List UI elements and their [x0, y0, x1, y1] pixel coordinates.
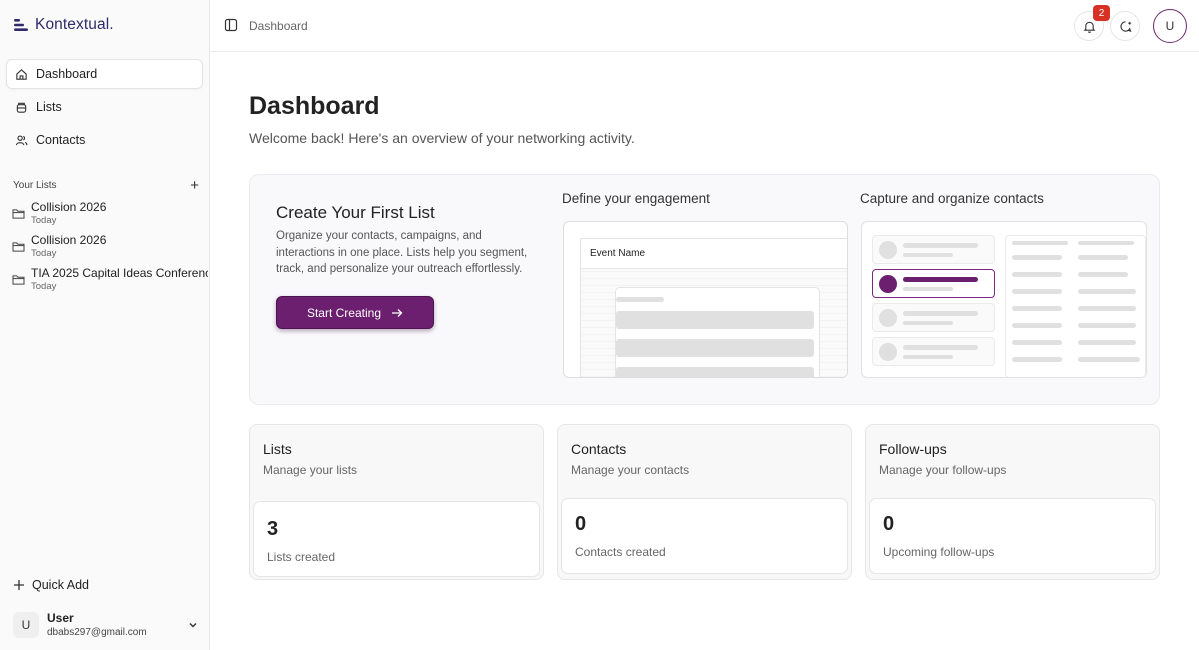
contacts-icon: [15, 134, 28, 145]
stat-title: Follow-ups: [879, 441, 947, 457]
stat-value: 0: [883, 513, 895, 535]
folder-icon: [12, 242, 25, 252]
page-title: Dashboard: [249, 92, 380, 120]
contacts-stat-card[interactable]: Contacts Manage your contacts 0 Contacts…: [557, 424, 852, 580]
stat-subtitle: Manage your contacts: [571, 463, 690, 477]
create-list-card: Create Your First List Organize your con…: [249, 174, 1160, 405]
brand-name: Kontextual.: [35, 16, 114, 33]
hero-description: Organize your contacts, campaigns, and i…: [276, 230, 528, 275]
quick-add-label: Quick Add: [32, 578, 89, 592]
stat-subtitle: Manage your lists: [263, 463, 358, 477]
list-item[interactable]: TIA 2025 Capital Ideas Conference Today: [12, 266, 208, 299]
arrow-right-icon: [392, 308, 403, 317]
your-lists: Collision 2026 Today Collision 2026 Toda…: [12, 200, 208, 299]
breadcrumb[interactable]: Dashboard: [249, 19, 308, 33]
mock-event-name-label: Event Name: [581, 239, 847, 269]
avatar: U: [13, 612, 39, 638]
stat-value-box: 0 Contacts created: [561, 498, 848, 574]
stat-value-box: 0 Upcoming follow-ups: [869, 498, 1156, 574]
list-date: Today: [31, 215, 57, 226]
plus-icon: [14, 580, 24, 590]
bell-icon: [1083, 21, 1095, 33]
sidebar-toggle-icon[interactable]: [224, 18, 238, 32]
engagement-title: Define your engagement: [562, 191, 710, 206]
sidebar-item-dashboard[interactable]: Dashboard: [6, 59, 203, 89]
folder-icon: [12, 209, 25, 219]
lists-stat-card[interactable]: Lists Manage your lists 3 Lists created: [249, 424, 544, 580]
stat-title: Lists: [263, 441, 292, 457]
sidebar-nav: Dashboard Lists Contacts: [6, 59, 203, 158]
engagement-illustration: Event Name: [563, 221, 848, 378]
chevron-down-icon: [189, 623, 197, 628]
messages-button[interactable]: [1110, 11, 1140, 41]
list-name: TIA 2025 Capital Ideas Conference: [31, 266, 208, 280]
stat-title: Contacts: [571, 441, 627, 457]
topbar: Dashboard 2 U: [210, 0, 1199, 52]
list-name: Collision 2026: [31, 233, 107, 247]
list-icon: [16, 102, 27, 113]
hero-title: Create Your First List: [276, 203, 435, 222]
start-creating-label: Start Creating: [306, 305, 382, 320]
start-creating-button[interactable]: Start Creating: [276, 296, 434, 329]
folder-icon: [12, 275, 25, 285]
capture-illustration: [861, 221, 1147, 378]
your-lists-label: Your Lists: [13, 180, 57, 191]
user-menu[interactable]: U User dbabs297@gmail.com: [13, 609, 199, 641]
stat-value: 0: [575, 513, 587, 535]
stat-value-box: 3 Lists created: [253, 501, 540, 577]
user-name: User: [47, 611, 74, 625]
add-list-button[interactable]: +: [190, 178, 199, 193]
list-name: Collision 2026: [31, 200, 107, 214]
mock-form-card: [615, 287, 820, 377]
message-icon: [1119, 20, 1132, 32]
sidebar-item-contacts[interactable]: Contacts: [6, 125, 203, 155]
your-lists-header: Your Lists +: [13, 178, 199, 193]
sidebar-item-label: Contacts: [36, 133, 86, 147]
sidebar-item-lists[interactable]: Lists: [6, 92, 203, 122]
quick-add-button[interactable]: Quick Add: [13, 578, 89, 592]
followups-stat-card[interactable]: Follow-ups Manage your follow-ups 0 Upco…: [865, 424, 1160, 580]
stat-label: Upcoming follow-ups: [883, 545, 995, 559]
list-date: Today: [31, 281, 57, 292]
stat-label: Contacts created: [575, 545, 666, 559]
list-item[interactable]: Collision 2026 Today: [12, 200, 208, 233]
user-email: dbabs297@gmail.com: [47, 627, 147, 638]
stat-label: Lists created: [267, 550, 336, 564]
home-icon: [16, 68, 27, 80]
logo-icon: [14, 19, 28, 31]
avatar[interactable]: U: [1153, 9, 1187, 43]
stat-subtitle: Manage your follow-ups: [879, 463, 1007, 477]
list-date: Today: [31, 248, 57, 259]
sidebar-item-label: Lists: [36, 100, 62, 114]
capture-title: Capture and organize contacts: [860, 191, 1044, 206]
page-subtitle: Welcome back! Here's an overview of your…: [249, 130, 635, 146]
list-item[interactable]: Collision 2026 Today: [12, 233, 208, 266]
brand-logo[interactable]: Kontextual.: [14, 16, 114, 34]
notification-badge: 2: [1093, 5, 1110, 21]
sidebar: Kontextual. Dashboard Lists Contacts You…: [0, 0, 210, 650]
sidebar-item-label: Dashboard: [36, 67, 98, 81]
stat-value: 3: [267, 518, 279, 540]
